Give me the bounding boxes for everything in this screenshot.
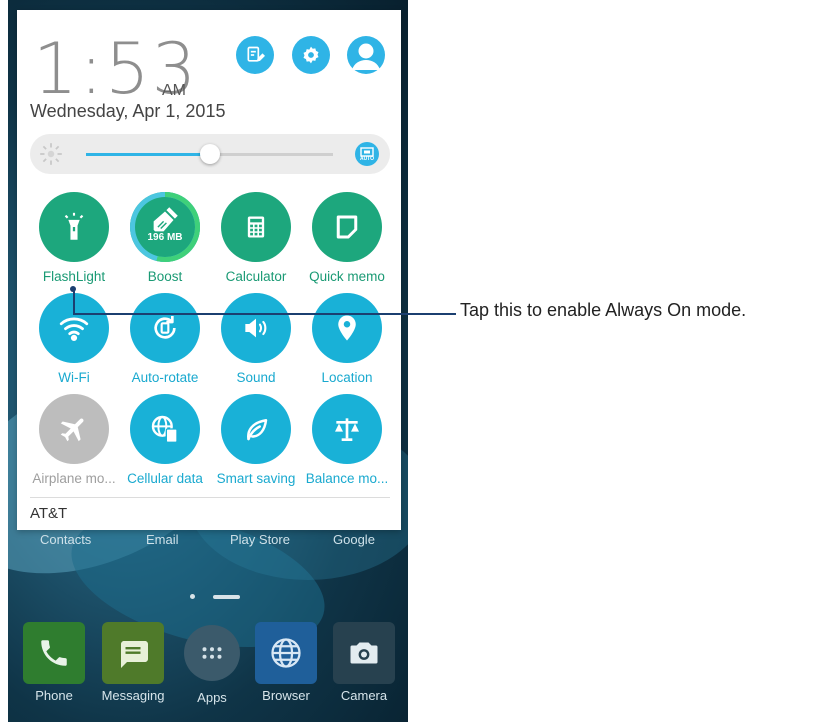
quick-memo-icon (332, 212, 362, 242)
quick-tile-label: Location (321, 370, 373, 385)
balance-mode-icon (331, 413, 363, 445)
balance-mode-toggle[interactable] (312, 394, 382, 464)
brightness-fill (86, 153, 210, 156)
calculator-toggle[interactable] (221, 192, 291, 262)
quick-tile-auto-rotate[interactable]: Auto-rotate (119, 293, 211, 385)
quick-settings-panel: 1:53 AM Wednesday, Apr 1, 2015 AUTO Flas… (17, 10, 401, 530)
auto-rotate-toggle[interactable] (130, 293, 200, 363)
boost-toggle[interactable]: 196 MB (130, 192, 200, 262)
browser-globe-icon (271, 638, 301, 668)
auto-brightness-button[interactable]: AUTO (355, 142, 379, 166)
boost-usage-ring (130, 192, 200, 262)
dock-apps[interactable] (184, 625, 240, 681)
quick-tile-label: Calculator (225, 269, 287, 284)
calculator-icon (242, 213, 270, 241)
quick-memo-toggle[interactable] (312, 192, 382, 262)
quick-tile-label: Sound (236, 370, 276, 385)
callout-connector-line (73, 313, 456, 315)
flashlight-icon (57, 210, 91, 244)
dock-label-apps: Apps (197, 690, 227, 705)
auto-brightness-label: AUTO (359, 155, 375, 162)
airplane-toggle[interactable] (39, 394, 109, 464)
page-indicator-current (213, 595, 240, 599)
user-profile-button[interactable] (347, 36, 385, 74)
dock-label-browser: Browser (262, 688, 310, 703)
dock-label-messaging: Messaging (101, 688, 165, 703)
quick-tile-balance-mo[interactable]: Balance mo... (301, 394, 393, 486)
quick-tile-label: Wi-Fi (58, 370, 90, 385)
location-toggle[interactable] (312, 293, 382, 363)
user-avatar-icon (352, 43, 380, 70)
dock-label-camera: Camera (340, 688, 388, 703)
home-shortcut-email[interactable]: Email (146, 532, 179, 547)
brightness-slider-knob[interactable] (199, 144, 220, 164)
sound-icon (240, 312, 272, 344)
gear-icon (303, 46, 319, 64)
page-indicator-dot (190, 594, 195, 599)
quick-tile-airplane-mo[interactable]: Airplane mo... (28, 394, 120, 486)
airplane-icon (58, 413, 90, 445)
callout-connector-vertical (73, 289, 75, 314)
messaging-icon (121, 641, 148, 668)
dock-browser[interactable] (255, 622, 317, 684)
quick-tile-location[interactable]: Location (301, 293, 393, 385)
auto-brightness-icon (360, 146, 374, 157)
edit-settings-button[interactable] (236, 36, 274, 74)
quick-tile-quick-memo[interactable]: Quick memo (301, 192, 393, 284)
smart-saving-toggle[interactable] (221, 394, 291, 464)
dock-camera[interactable] (333, 622, 395, 684)
brightness-slider[interactable] (86, 144, 333, 164)
quick-tile-sound[interactable]: Sound (210, 293, 302, 385)
quick-tile-boost[interactable]: 196 MB Boost (119, 192, 211, 284)
quick-tile-cellular-data[interactable]: Cellular data (119, 394, 211, 486)
edit-settings-icon (247, 46, 265, 62)
quick-tile-smart-saving[interactable]: Smart saving (210, 394, 302, 486)
cellular-data-icon (149, 413, 181, 445)
home-shortcut-contacts[interactable]: Contacts (40, 532, 91, 547)
wifi-icon (57, 311, 91, 345)
clock-ampm: AM (162, 82, 186, 99)
dock-label-phone: Phone (35, 688, 73, 703)
quick-tile-label: Airplane mo... (32, 471, 116, 486)
dock-phone[interactable] (23, 622, 85, 684)
quick-tile-calculator[interactable]: Calculator (210, 192, 302, 284)
quick-tile-label: Balance mo... (305, 471, 389, 486)
cellular-data-toggle[interactable] (130, 394, 200, 464)
brightness-bar: AUTO (30, 134, 390, 174)
phone-icon (41, 640, 67, 666)
location-icon (332, 313, 362, 343)
carrier-name: AT&T (30, 505, 68, 522)
home-shortcut-google[interactable]: Google (333, 532, 375, 547)
quick-tile-label: FlashLight (42, 269, 106, 284)
quick-tile-flashlight[interactable]: FlashLight (28, 192, 120, 284)
callout-text: Tap this to enable Always On mode. (460, 300, 747, 320)
smart-saving-icon (241, 414, 271, 444)
flashlight-toggle[interactable] (39, 192, 109, 262)
sound-toggle[interactable] (221, 293, 291, 363)
quick-tile-label: Smart saving (216, 471, 296, 486)
auto-rotate-icon (149, 312, 181, 344)
quick-tile-label: Cellular data (127, 471, 203, 486)
quick-tile-label: Auto-rotate (131, 370, 199, 385)
quick-tile-label: Boost (147, 269, 183, 284)
clock-date: Wednesday, Apr 1, 2015 (30, 101, 226, 121)
camera-icon (350, 642, 378, 664)
quick-tile-label: Quick memo (309, 269, 385, 284)
settings-button[interactable] (292, 36, 330, 74)
panel-divider (30, 497, 390, 498)
brightness-icon (40, 143, 62, 165)
dock-messaging[interactable] (102, 622, 164, 684)
apps-grid-icon (202, 647, 222, 659)
boost-memory-badge: 196 MB (147, 232, 183, 243)
home-shortcut-play-store[interactable]: Play Store (230, 532, 290, 547)
